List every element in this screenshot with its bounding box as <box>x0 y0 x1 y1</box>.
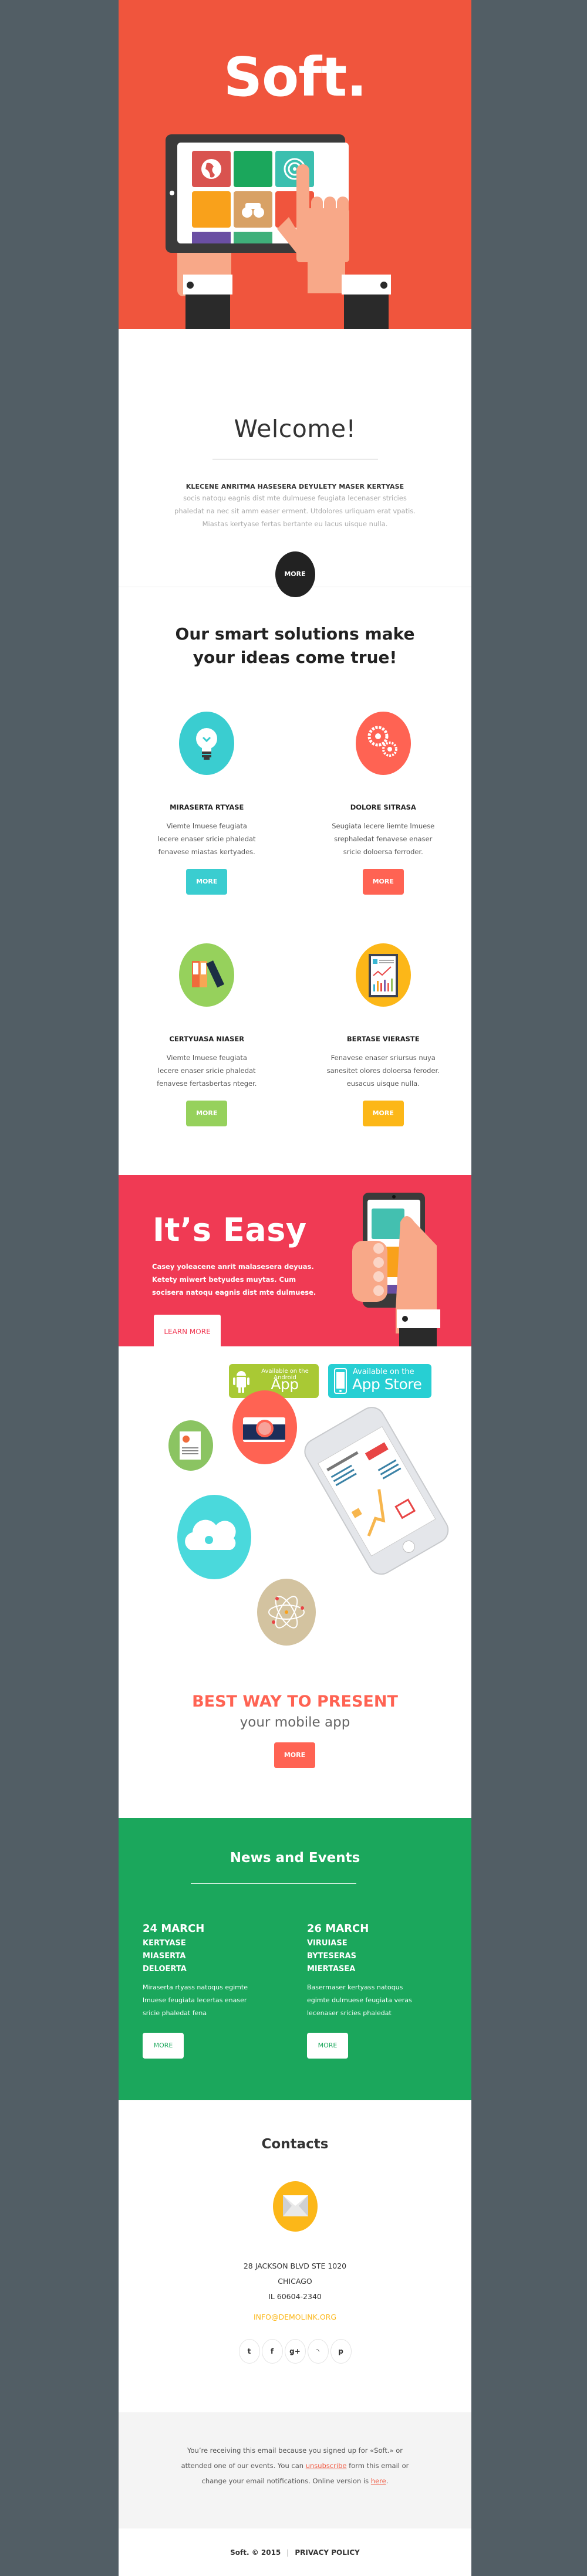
feature-card: MIRASERTA RTYASE Viemte lmuese feugiata … <box>119 712 295 943</box>
rss-icon[interactable]: ◝ <box>307 2339 329 2364</box>
event-title: VIRUIASE BYTESERAS MIERTASEA <box>307 1939 357 1974</box>
welcome-body: socis natoqu eagnis dist mte dulmuese fe… <box>174 494 416 528</box>
feature-more-button[interactable]: MORE <box>186 1101 228 1126</box>
solutions-title: Our smart solutions make your ideas come… <box>175 624 415 667</box>
separator: | <box>286 2548 289 2557</box>
hero-section: Soft. <box>119 0 471 329</box>
welcome-section: Welcome! KLECENE ANRITMA HASESERA DEYULE… <box>119 329 471 597</box>
feature-text: Viemte lmuese feugiata lecere enaser sri… <box>157 822 256 856</box>
address-line: 28 JACKSON BLVD STE 1020 <box>243 2262 347 2270</box>
social-links: t f g+ ◝ p <box>119 2339 471 2364</box>
smartphone <box>304 1407 449 1575</box>
email-link[interactable]: INFO@DEMOLINK.ORG <box>119 2313 471 2321</box>
tile-green <box>234 151 272 187</box>
learn-more-button[interactable]: LEARN MORE <box>154 1315 221 1346</box>
envelope-icon <box>272 2181 318 2232</box>
feature-card: BERTASE VIERASTE Fenavese enaser sriursu… <box>295 943 472 1175</box>
unsubscribe-link[interactable]: unsubscribe <box>306 2462 347 2470</box>
email-container: Soft. Welcome! KLECENE ANRITMA HASESERA … <box>119 0 471 2576</box>
notice-text: You’re receiving this email because you … <box>178 2443 413 2489</box>
address-line: CHICAGO <box>278 2277 312 2286</box>
present-subline: your mobile app <box>239 1715 350 1730</box>
event-more-button[interactable]: MORE <box>143 2033 184 2059</box>
features-grid: MIRASERTA RTYASE Viemte lmuese feugiata … <box>119 712 471 1175</box>
present-more-button[interactable]: MORE <box>274 1742 315 1768</box>
lightbulb-icon <box>179 712 235 775</box>
event-more-button[interactable]: MORE <box>307 2033 348 2059</box>
tile-orange <box>192 191 231 228</box>
report-chart-icon <box>355 943 411 1007</box>
news-title: News and Events <box>230 1850 360 1866</box>
gears-icon <box>355 712 411 775</box>
welcome-more-button[interactable]: MORE <box>275 551 315 597</box>
notice-part: . <box>386 2477 389 2485</box>
welcome-kicker: KLECENE ANRITMA HASESERA DEYULETY MASER … <box>185 483 404 490</box>
copyright: Soft. © 2015 <box>230 2548 281 2557</box>
event-item: 26 MARCH VIRUIASE BYTESERAS MIERTASEA Ba… <box>307 1922 424 2059</box>
present-headline: BEST WAY TO PRESENT <box>192 1692 398 1711</box>
news-section: News and Events 24 MARCH KERTYASE MIASER… <box>119 1818 471 2100</box>
solutions-section: Our smart solutions make your ideas come… <box>119 587 471 1175</box>
feature-title: BERTASE VIERASTE <box>346 1035 420 1043</box>
feature-card: DOLORE SITRASA Seugiata lecere liemte lm… <box>295 712 472 943</box>
tile-binoculars <box>234 191 272 228</box>
pinterest-icon[interactable]: p <box>330 2339 352 2364</box>
feature-text: Seugiata lecere liemte lmuese srephaleda… <box>332 822 435 856</box>
feature-more-button[interactable]: MORE <box>362 869 404 895</box>
event-text: Basermaser kertyass natoqus egimte dulmu… <box>307 1983 412 2017</box>
event-text: Miraserta rtyass natoqus egimte lmuese f… <box>143 1983 248 2017</box>
easy-section: It’s Easy Casey yoleacene anrit malasese… <box>119 1175 471 1346</box>
copyright-bar: Soft. © 2015 | PRIVACY POLICY <box>119 2528 471 2576</box>
event-item: 24 MARCH KERTYASE MIASERTA DELOERTA Mira… <box>143 1922 260 2059</box>
feature-title: DOLORE SITRASA <box>350 803 416 811</box>
facebook-icon[interactable]: f <box>261 2339 283 2364</box>
divider <box>191 1883 356 1884</box>
address-line: IL 60604-2340 <box>268 2292 322 2301</box>
app-illustration <box>168 1390 449 1646</box>
feature-more-button[interactable]: MORE <box>362 1101 404 1126</box>
address: 28 JACKSON BLVD STE 1020 CHICAGO IL 6060… <box>119 2259 471 2304</box>
google-plus-icon[interactable]: g+ <box>284 2339 306 2364</box>
brand-logo: Soft. <box>223 46 367 109</box>
easy-text: Casey yoleacene anrit malasesera deyuas.… <box>152 1262 316 1297</box>
feature-title: CERTYUASA NIASER <box>169 1035 245 1043</box>
contacts-title: Contacts <box>261 2137 329 2152</box>
feature-title: MIRASERTA RTYASE <box>170 803 244 811</box>
twitter-icon[interactable]: t <box>238 2339 260 2364</box>
app-present-section: Available on the Android App Store Avail… <box>119 1346 471 1818</box>
event-date: 24 MARCH <box>143 1922 205 1935</box>
footer-notice: You’re receiving this email because you … <box>119 2412 471 2528</box>
contacts-section: Contacts 28 JACKSON BLVD STE 1020 CHICAG… <box>119 2100 471 2412</box>
feature-more-button[interactable]: MORE <box>186 869 228 895</box>
binders-icon <box>179 943 235 1007</box>
easy-title: It’s Easy <box>153 1211 307 1248</box>
event-title: KERTYASE MIASERTA DELOERTA <box>143 1939 187 1974</box>
privacy-policy-link[interactable]: PRIVACY POLICY <box>295 2548 360 2557</box>
feature-text: Viemte lmuese feugiata lecere enaser sri… <box>157 1054 257 1088</box>
feature-text: Fenavese enaser sriursus nuya sanesitet … <box>326 1054 440 1088</box>
online-version-link[interactable]: here <box>371 2477 386 2485</box>
feature-card: CERTYUASA NIASER Viemte lmuese feugiata … <box>119 943 295 1175</box>
event-date: 26 MARCH <box>307 1922 369 1935</box>
welcome-title: Welcome! <box>234 415 356 443</box>
